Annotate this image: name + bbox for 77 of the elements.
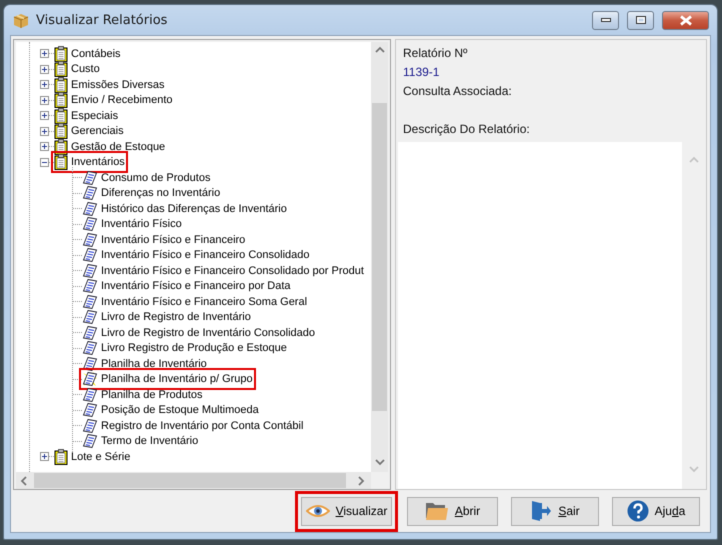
tree-folder-label[interactable]: Envio / Recebimento	[71, 94, 172, 106]
open-button[interactable]: Abrir	[407, 496, 498, 526]
tree-report-label[interactable]: Livro de Registro de Inventário Consolidado	[101, 326, 316, 339]
report-icon	[82, 433, 98, 450]
exit-button[interactable]: Sair	[511, 496, 599, 526]
clipboard-icon	[54, 61, 68, 78]
clipboard-icon	[54, 46, 68, 62]
tree-report-label[interactable]: Registro de Inventário por Conta Contábil	[101, 420, 304, 432]
tree-report-label[interactable]: Consumo de Produtos	[101, 172, 210, 184]
report-number-label: Relatório Nº	[402, 45, 468, 62]
tree-report-label[interactable]: Livro Registro de Produção e Estoque	[101, 342, 287, 354]
report-number: 1139-1	[402, 64, 440, 81]
tree-report-label[interactable]: Inventário Físico e Financeiro Consolidado por Produt	[101, 264, 364, 277]
report-icon	[82, 170, 98, 186]
clipboard-icon	[54, 154, 68, 170]
report-icon	[82, 294, 98, 310]
maximize-icon	[636, 16, 646, 24]
minimize-button[interactable]	[592, 10, 619, 30]
tree-folder-label[interactable]: Especiais	[71, 110, 118, 122]
tree-folder-label[interactable]: Lote e Série	[71, 450, 130, 463]
tree-report-label[interactable]: Inventário Físico	[101, 218, 182, 230]
tree-report-label[interactable]: Planilha de Inventário p/ Grupo	[101, 373, 253, 386]
tree-report-label[interactable]: Posição de Estoque Multimoeda	[101, 404, 259, 416]
close-button[interactable]	[662, 10, 709, 30]
report-icon	[82, 418, 98, 434]
clipboard-icon	[54, 123, 68, 140]
highlighted-report-icon	[82, 371, 98, 388]
report-icon	[82, 340, 98, 356]
scrollbar-thumb[interactable]	[34, 473, 346, 488]
horizontal-scrollbar[interactable]	[16, 472, 371, 489]
description-label: Descrição Do Relatório:	[402, 121, 531, 138]
report-icon	[82, 185, 98, 202]
tree-folder-label[interactable]: Gerenciais	[71, 125, 124, 138]
tree-report-label[interactable]: Planilha de Inventário	[101, 358, 207, 370]
report-icon	[82, 247, 98, 264]
tree-report-label[interactable]: Livro de Registro de Inventário	[101, 311, 251, 324]
eye-icon	[306, 504, 330, 518]
tree-report-label[interactable]: Planilha de Produtos	[101, 388, 203, 401]
tree-report-label[interactable]: Inventário Físico e Financeiro	[101, 234, 246, 246]
tree-folder-label[interactable]: Custo	[71, 63, 100, 76]
tree-report-label[interactable]: Inventário Físico e Financeiro Soma Geral	[101, 296, 308, 308]
clipboard-icon	[54, 448, 68, 465]
scrollbar-thumb[interactable]	[372, 103, 387, 411]
exit-door-icon	[530, 500, 552, 522]
clipboard-icon	[54, 92, 68, 108]
help-icon	[626, 500, 649, 522]
report-icon	[82, 262, 98, 279]
box-icon	[12, 11, 30, 29]
tree-folder-label[interactable]: Emissões Diversas	[71, 78, 165, 91]
tree-report-label[interactable]: Diferenças no Inventário	[101, 187, 220, 200]
report-icon	[82, 200, 98, 217]
help-button[interactable]: Ajuda	[612, 496, 700, 526]
report-icon	[82, 386, 98, 403]
view-button[interactable]: Visualizar	[301, 496, 392, 526]
query-label: Consulta Associada:	[402, 83, 513, 100]
tree-folder-label[interactable]: Inventários	[71, 156, 125, 168]
report-icon	[82, 309, 98, 326]
tree-report-label[interactable]: Histórico das Diferenças de Inventário	[101, 202, 287, 215]
report-icon	[82, 278, 98, 294]
report-icon	[82, 216, 98, 232]
window-title: Visualizar Relatórios	[36, 12, 168, 28]
report-icon	[82, 356, 98, 372]
tree-folder-label[interactable]: Gestão de Estoque	[71, 140, 166, 153]
maximize-button[interactable]	[627, 10, 654, 30]
report-icon	[82, 402, 98, 418]
clipboard-icon	[54, 76, 68, 93]
report-icon	[82, 324, 98, 341]
tree-report-label[interactable]: Inventário Físico e Financeiro por Data	[101, 280, 291, 292]
folder-icon	[424, 501, 449, 521]
vertical-scrollbar[interactable]	[371, 42, 388, 472]
report-icon	[82, 232, 98, 248]
tree-report-label[interactable]: Termo de Inventário	[101, 435, 198, 448]
close-icon	[678, 14, 692, 26]
tree-report-label[interactable]: Inventário Físico e Financeiro Consolidado	[101, 249, 310, 262]
tree-folder-label[interactable]: Contábeis	[71, 48, 121, 60]
minimize-icon	[600, 18, 610, 22]
clipboard-icon	[54, 108, 68, 124]
